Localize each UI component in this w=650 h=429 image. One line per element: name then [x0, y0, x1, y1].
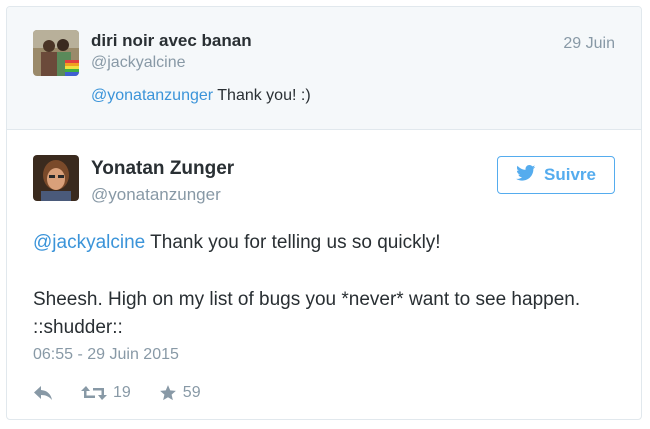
retweet-icon [81, 385, 107, 401]
mention-link[interactable]: @jackyalcine [33, 232, 145, 253]
retweet-count: 19 [113, 384, 131, 401]
follow-button-label: Suivre [544, 165, 596, 184]
tweet-body-1: Thank you for telling us so quickly! [145, 232, 441, 253]
parent-author-name[interactable]: diri noir avec banan [91, 31, 252, 51]
retweet-button[interactable]: 19 [81, 384, 131, 402]
parent-tweet[interactable]: diri noir avec banan @jackyalcine 29 Jui… [7, 7, 641, 130]
favorite-star-icon [159, 384, 177, 402]
tweet-actions: 19 59 [33, 381, 229, 405]
tweet-timestamp[interactable]: 06:55 - 29 Juin 2015 [33, 346, 179, 364]
parent-tweet-date[interactable]: 29 Juin [563, 35, 615, 53]
avatar[interactable] [33, 155, 79, 201]
reply-icon [33, 385, 53, 401]
reply-button[interactable] [33, 385, 53, 401]
author-handle[interactable]: @yonatanzunger [91, 185, 221, 205]
favorite-button[interactable]: 59 [159, 384, 201, 402]
tweet-card: diri noir avec banan @jackyalcine 29 Jui… [6, 6, 642, 420]
twitter-bird-icon [516, 164, 536, 186]
tweet-text-line-2: Sheesh. High on my list of bugs you *nev… [33, 289, 581, 338]
parent-tweet-text: @yonatanzunger Thank you! :) [91, 87, 311, 105]
mention-link[interactable]: @yonatanzunger [91, 87, 213, 104]
parent-author-handle[interactable]: @jackyalcine [91, 54, 186, 72]
parent-tweet-body: Thank you! :) [213, 87, 311, 104]
favorite-count: 59 [182, 384, 201, 401]
tweet-text-line-1: @jackyalcine Thank you for telling us so… [33, 229, 593, 257]
author-name[interactable]: Yonatan Zunger [91, 158, 234, 180]
follow-button[interactable]: Suivre [497, 156, 615, 194]
avatar[interactable] [33, 30, 79, 76]
